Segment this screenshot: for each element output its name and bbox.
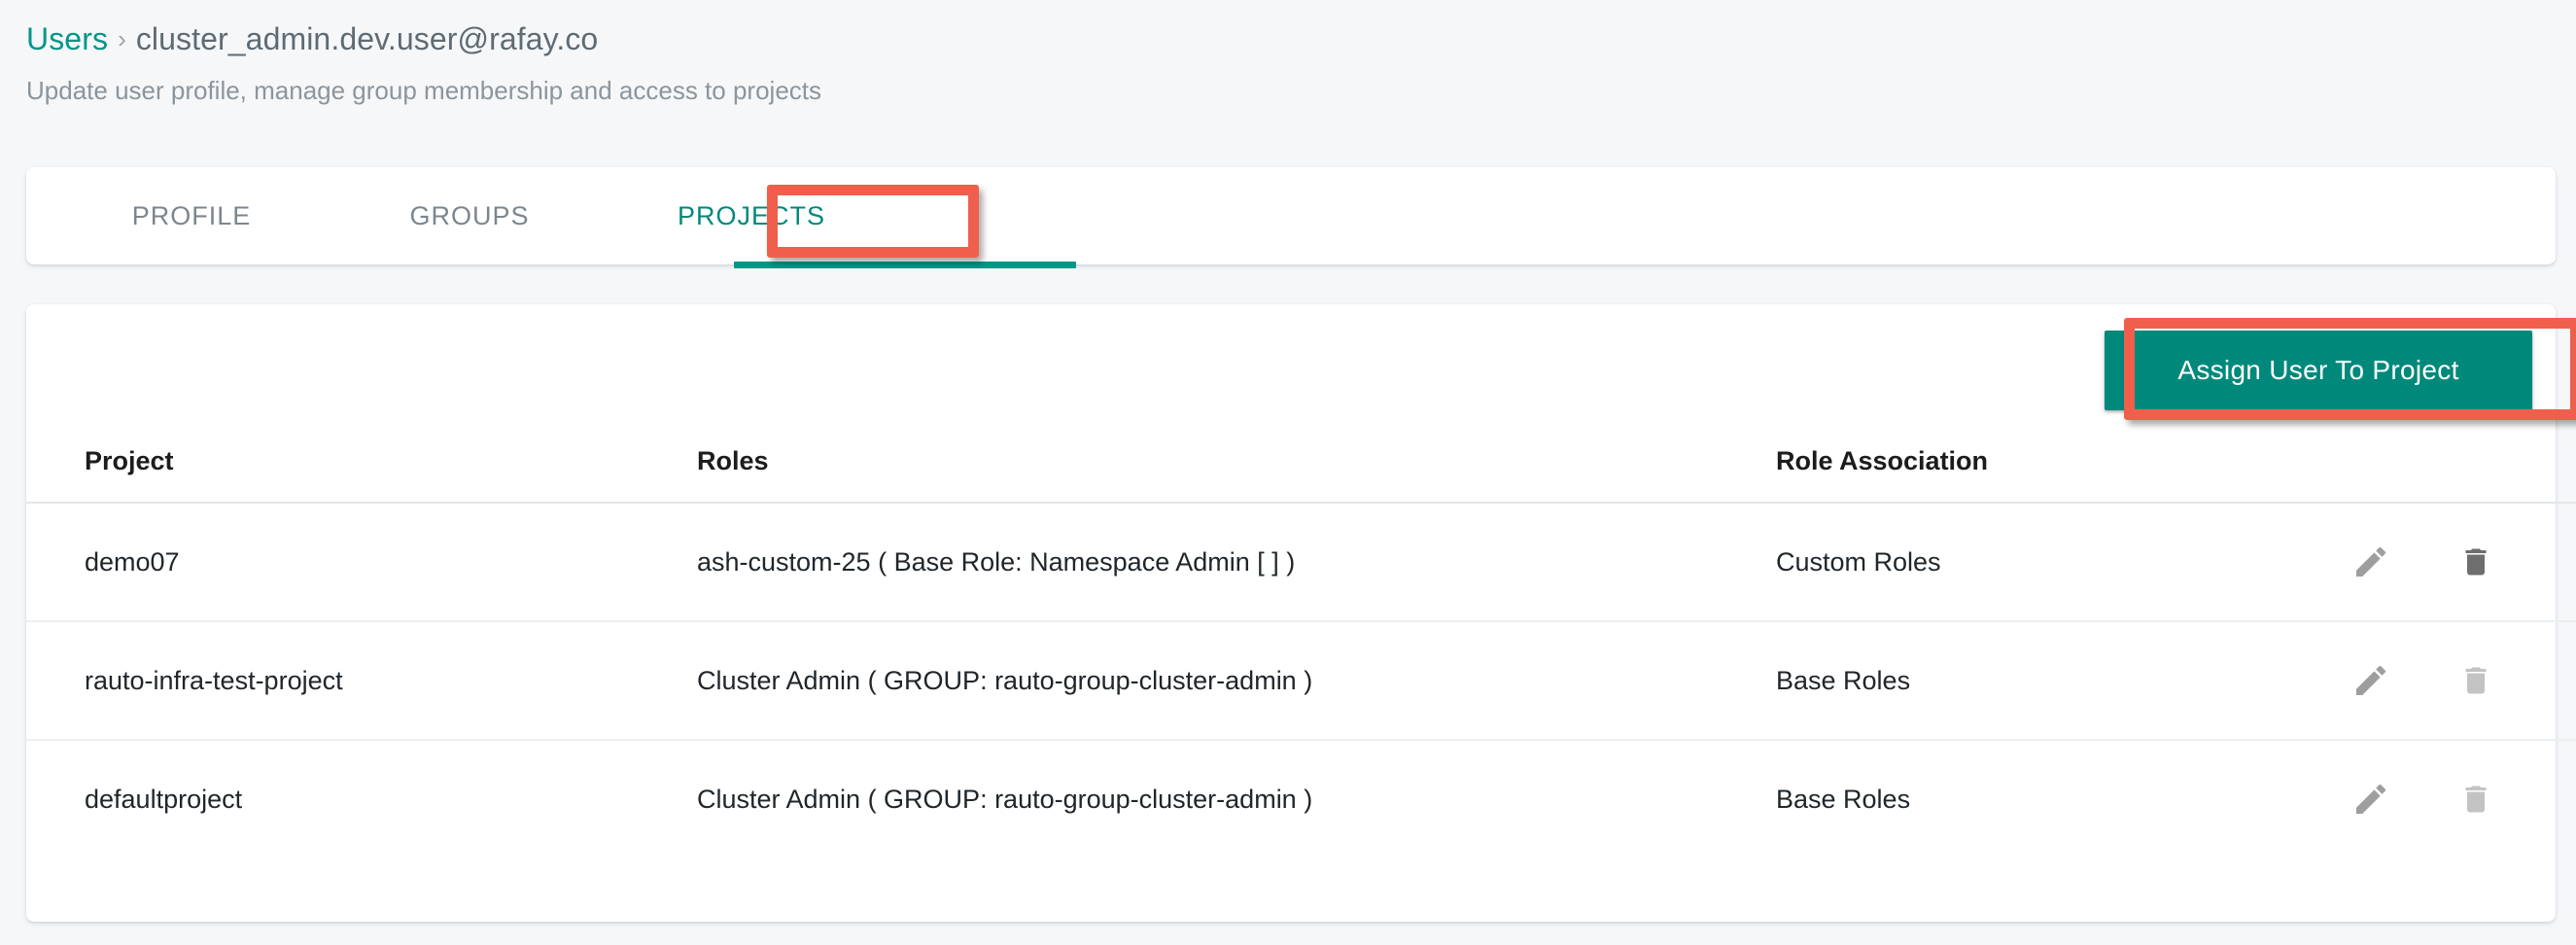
tab-profile[interactable]: PROFILE [75, 167, 308, 264]
page-root: Users › cluster_admin.dev.user@rafay.co Up… [0, 0, 2576, 945]
edit-row-button[interactable] [2350, 541, 2392, 583]
column-header-actions [2350, 446, 2576, 504]
trash-icon [2458, 663, 2493, 698]
cell-role-association: Base Roles [1776, 784, 1911, 814]
cell-actions [2350, 621, 2576, 741]
tab-projects[interactable]: PROJECTS [635, 167, 868, 264]
delete-row-button[interactable] [2454, 659, 2497, 702]
tabs-card: PROFILE GROUPS PROJECTS [26, 167, 2556, 268]
column-header-roles: Roles [697, 446, 1776, 504]
projects-table-card: Assign User To Project Project Roles Rol… [26, 304, 2576, 922]
assign-user-to-project-button[interactable]: Assign User To Project [2105, 331, 2532, 410]
column-header-project: Project [26, 446, 697, 504]
cell-roles: Cluster Admin ( GROUP: rauto-group-clust… [697, 621, 1776, 741]
cell-role-association: Custom Roles [1776, 503, 2350, 622]
table-row: defaultproject Cluster Admin ( GROUP: ra… [26, 740, 2576, 858]
pencil-icon [2351, 542, 2390, 581]
table-row: rauto-infra-test-project Cluster Admin (… [26, 621, 2576, 741]
cell-project: defaultproject [85, 784, 243, 814]
pencil-icon [2351, 661, 2390, 700]
delete-row-button[interactable] [2454, 778, 2497, 821]
tab-groups[interactable]: GROUPS [353, 167, 586, 264]
cell-role-association: Base Roles [1776, 621, 2350, 741]
row-action-group [2350, 659, 2575, 702]
delete-row-button[interactable] [2454, 541, 2497, 583]
tab-bar: PROFILE GROUPS PROJECTS [26, 167, 2556, 268]
pencil-icon [2351, 780, 2390, 819]
breadcrumb: Users › cluster_admin.dev.user@rafay.co [26, 19, 2554, 60]
edit-row-button[interactable] [2350, 778, 2392, 821]
page-header: Users › cluster_admin.dev.user@rafay.co Up… [26, 19, 2554, 106]
cell-actions [2350, 740, 2576, 858]
page-subtitle: Update user profile, manage group member… [26, 76, 821, 105]
column-header-role-association: Role Association [1776, 446, 2350, 504]
cell-roles: ash-custom-25 ( Base Role: Namespace Adm… [697, 503, 1776, 622]
cell-actions [2350, 503, 2576, 622]
table-body: demo07 ash-custom-25 ( Base Role: Namesp… [26, 503, 2576, 858]
table-header-row: Project Roles Role Association [26, 446, 2576, 504]
breadcrumb-separator-icon: › [118, 24, 126, 53]
active-tab-indicator [734, 262, 1076, 268]
trash-icon [2458, 544, 2493, 579]
cell-project: rauto-infra-test-project [26, 621, 697, 741]
table-header: Project Roles Role Association [26, 446, 2576, 504]
cell-project: demo07 [26, 503, 697, 622]
breadcrumb-current-user: cluster_admin.dev.user@rafay.co [135, 21, 599, 56]
breadcrumb-users-link[interactable]: Users [26, 21, 108, 56]
projects-table: Project Roles Role Association demo07 as… [26, 446, 2576, 858]
cell-roles: Cluster Admin ( GROUP: rauto-group-clust… [697, 784, 1313, 814]
row-action-group [2350, 778, 2575, 821]
trash-icon [2458, 782, 2493, 817]
row-action-group [2350, 541, 2575, 583]
edit-row-button[interactable] [2350, 659, 2392, 702]
table-toolbar: Assign User To Project [26, 304, 2556, 446]
table-row: demo07 ash-custom-25 ( Base Role: Namesp… [26, 503, 2576, 622]
